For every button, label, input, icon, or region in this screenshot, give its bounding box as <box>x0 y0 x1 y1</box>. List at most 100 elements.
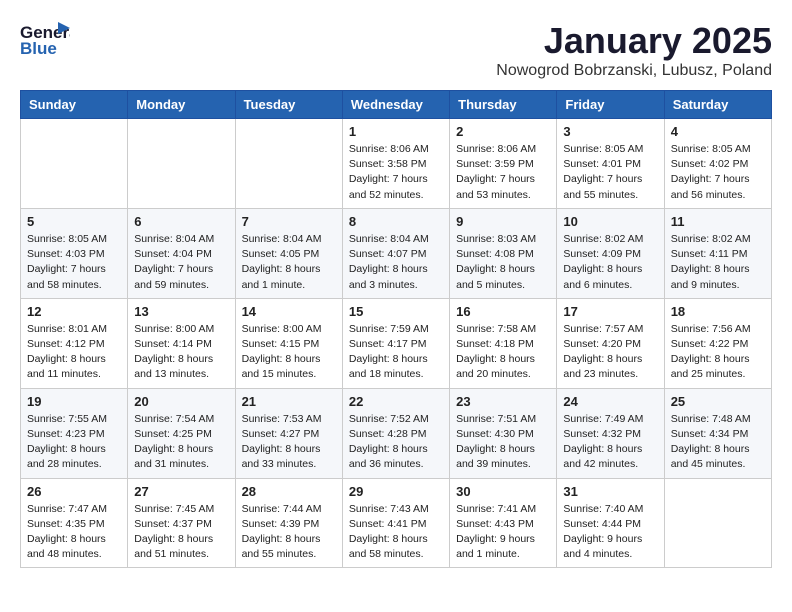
day-info: Sunrise: 8:02 AM Sunset: 4:11 PM Dayligh… <box>671 232 765 293</box>
day-info: Sunrise: 8:05 AM Sunset: 4:01 PM Dayligh… <box>563 142 657 203</box>
day-info: Sunrise: 8:02 AM Sunset: 4:09 PM Dayligh… <box>563 232 657 293</box>
day-info: Sunrise: 8:01 AM Sunset: 4:12 PM Dayligh… <box>27 322 121 383</box>
day-info: Sunrise: 7:47 AM Sunset: 4:35 PM Dayligh… <box>27 502 121 563</box>
calendar-week-4: 19Sunrise: 7:55 AM Sunset: 4:23 PM Dayli… <box>21 388 772 478</box>
day-info: Sunrise: 7:49 AM Sunset: 4:32 PM Dayligh… <box>563 412 657 473</box>
day-number: 11 <box>671 214 765 229</box>
day-number: 18 <box>671 304 765 319</box>
calendar-cell: 10 Sunrise: 8:02 AM Sunset: 4:09 PM Dayli… <box>557 208 664 298</box>
calendar-cell: 29 Sunrise: 7:43 AM Sunset: 4:41 PM Dayli… <box>342 478 449 568</box>
day-number: 21 <box>242 394 336 409</box>
page-header: General Blue January 2025 Nowogrod Bobrz… <box>20 20 772 80</box>
day-info: Sunrise: 8:05 AM Sunset: 4:03 PM Dayligh… <box>27 232 121 293</box>
calendar-subtitle: Nowogrod Bobrzanski, Lubusz, Poland <box>496 62 772 80</box>
day-number: 16 <box>456 304 550 319</box>
day-number: 28 <box>242 484 336 499</box>
calendar-cell: 8Sunrise: 8:04 AM Sunset: 4:07 PM Daylig… <box>342 208 449 298</box>
day-number: 9 <box>456 214 550 229</box>
calendar-cell <box>21 119 128 209</box>
day-number: 2 <box>456 124 550 139</box>
day-info: Sunrise: 8:00 AM Sunset: 4:15 PM Dayligh… <box>242 322 336 383</box>
calendar-week-1: 1 Sunrise: 8:06 AM Sunset: 3:58 PM Daylig… <box>21 119 772 209</box>
day-number: 4 <box>671 124 765 139</box>
logo: General Blue <box>20 20 70 60</box>
calendar-cell: 5 Sunrise: 8:05 AM Sunset: 4:03 PM Daylig… <box>21 208 128 298</box>
day-number: 14 <box>242 304 336 319</box>
calendar-cell: 25 Sunrise: 7:48 AM Sunset: 4:34 PM Dayli… <box>664 388 771 478</box>
day-info: Sunrise: 8:00 AM Sunset: 4:14 PM Dayligh… <box>134 322 228 383</box>
day-info: Sunrise: 7:44 AM Sunset: 4:39 PM Dayligh… <box>242 502 336 563</box>
weekday-header-wednesday: Wednesday <box>342 91 449 119</box>
calendar-cell: 26 Sunrise: 7:47 AM Sunset: 4:35 PM Dayli… <box>21 478 128 568</box>
day-number: 22 <box>349 394 443 409</box>
calendar-cell: 14 Sunrise: 8:00 AM Sunset: 4:15 PM Dayli… <box>235 298 342 388</box>
weekday-header-friday: Friday <box>557 91 664 119</box>
calendar-cell: 23 Sunrise: 7:51 AM Sunset: 4:30 PM Dayli… <box>450 388 557 478</box>
day-number: 15 <box>349 304 443 319</box>
calendar-cell: 12 Sunrise: 8:01 AM Sunset: 4:12 PM Dayli… <box>21 298 128 388</box>
day-info: Sunrise: 7:59 AM Sunset: 4:17 PM Dayligh… <box>349 322 443 383</box>
day-number: 20 <box>134 394 228 409</box>
calendar-cell: 2 Sunrise: 8:06 AM Sunset: 3:59 PM Daylig… <box>450 119 557 209</box>
calendar-cell <box>128 119 235 209</box>
day-info: Sunrise: 7:53 AM Sunset: 4:27 PM Dayligh… <box>242 412 336 473</box>
calendar-cell: 20Sunrise: 7:54 AM Sunset: 4:25 PM Dayli… <box>128 388 235 478</box>
day-info: Sunrise: 7:56 AM Sunset: 4:22 PM Dayligh… <box>671 322 765 383</box>
calendar-cell <box>235 119 342 209</box>
day-number: 10 <box>563 214 657 229</box>
day-info: Sunrise: 7:43 AM Sunset: 4:41 PM Dayligh… <box>349 502 443 563</box>
day-info: Sunrise: 8:04 AM Sunset: 4:05 PM Dayligh… <box>242 232 336 293</box>
day-info: Sunrise: 8:06 AM Sunset: 3:59 PM Dayligh… <box>456 142 550 203</box>
calendar-cell: 4 Sunrise: 8:05 AM Sunset: 4:02 PM Daylig… <box>664 119 771 209</box>
calendar-cell: 27 Sunrise: 7:45 AM Sunset: 4:37 PM Dayli… <box>128 478 235 568</box>
day-info: Sunrise: 7:57 AM Sunset: 4:20 PM Dayligh… <box>563 322 657 383</box>
weekday-header-saturday: Saturday <box>664 91 771 119</box>
day-info: Sunrise: 7:51 AM Sunset: 4:30 PM Dayligh… <box>456 412 550 473</box>
day-number: 13 <box>134 304 228 319</box>
calendar-cell: 11 Sunrise: 8:02 AM Sunset: 4:11 PM Dayli… <box>664 208 771 298</box>
day-number: 26 <box>27 484 121 499</box>
day-info: Sunrise: 7:45 AM Sunset: 4:37 PM Dayligh… <box>134 502 228 563</box>
day-number: 5 <box>27 214 121 229</box>
calendar-cell: 16Sunrise: 7:58 AM Sunset: 4:18 PM Dayli… <box>450 298 557 388</box>
calendar-cell: 1 Sunrise: 8:06 AM Sunset: 3:58 PM Daylig… <box>342 119 449 209</box>
day-info: Sunrise: 7:41 AM Sunset: 4:43 PM Dayligh… <box>456 502 550 563</box>
weekday-header-tuesday: Tuesday <box>235 91 342 119</box>
calendar-cell: 6 Sunrise: 8:04 AM Sunset: 4:04 PM Daylig… <box>128 208 235 298</box>
day-info: Sunrise: 8:03 AM Sunset: 4:08 PM Dayligh… <box>456 232 550 293</box>
day-number: 25 <box>671 394 765 409</box>
day-info: Sunrise: 8:06 AM Sunset: 3:58 PM Dayligh… <box>349 142 443 203</box>
calendar-cell: 18 Sunrise: 7:56 AM Sunset: 4:22 PM Dayli… <box>664 298 771 388</box>
day-number: 12 <box>27 304 121 319</box>
calendar-cell: 22 Sunrise: 7:52 AM Sunset: 4:28 PM Dayli… <box>342 388 449 478</box>
title-area: January 2025 Nowogrod Bobrzanski, Lubusz… <box>496 20 772 80</box>
day-number: 27 <box>134 484 228 499</box>
weekday-header-sunday: Sunday <box>21 91 128 119</box>
day-number: 23 <box>456 394 550 409</box>
weekday-header-row: SundayMondayTuesdayWednesdayThursdayFrid… <box>21 91 772 119</box>
day-number: 30 <box>456 484 550 499</box>
calendar-week-5: 26 Sunrise: 7:47 AM Sunset: 4:35 PM Dayli… <box>21 478 772 568</box>
calendar-cell: 31Sunrise: 7:40 AM Sunset: 4:44 PM Dayli… <box>557 478 664 568</box>
svg-text:Blue: Blue <box>20 39 57 58</box>
day-number: 19 <box>27 394 121 409</box>
day-info: Sunrise: 7:48 AM Sunset: 4:34 PM Dayligh… <box>671 412 765 473</box>
day-number: 1 <box>349 124 443 139</box>
calendar-cell: 24Sunrise: 7:49 AM Sunset: 4:32 PM Dayli… <box>557 388 664 478</box>
calendar-cell: 19Sunrise: 7:55 AM Sunset: 4:23 PM Dayli… <box>21 388 128 478</box>
calendar-cell: 13 Sunrise: 8:00 AM Sunset: 4:14 PM Dayli… <box>128 298 235 388</box>
day-info: Sunrise: 8:04 AM Sunset: 4:04 PM Dayligh… <box>134 232 228 293</box>
calendar-cell: 9 Sunrise: 8:03 AM Sunset: 4:08 PM Daylig… <box>450 208 557 298</box>
day-number: 7 <box>242 214 336 229</box>
calendar-cell <box>664 478 771 568</box>
weekday-header-thursday: Thursday <box>450 91 557 119</box>
logo-icon: General Blue <box>20 20 70 60</box>
day-number: 29 <box>349 484 443 499</box>
day-number: 31 <box>563 484 657 499</box>
calendar-week-2: 5 Sunrise: 8:05 AM Sunset: 4:03 PM Daylig… <box>21 208 772 298</box>
day-info: Sunrise: 7:52 AM Sunset: 4:28 PM Dayligh… <box>349 412 443 473</box>
calendar-cell: 3Sunrise: 8:05 AM Sunset: 4:01 PM Daylig… <box>557 119 664 209</box>
day-info: Sunrise: 8:05 AM Sunset: 4:02 PM Dayligh… <box>671 142 765 203</box>
weekday-header-monday: Monday <box>128 91 235 119</box>
day-number: 6 <box>134 214 228 229</box>
